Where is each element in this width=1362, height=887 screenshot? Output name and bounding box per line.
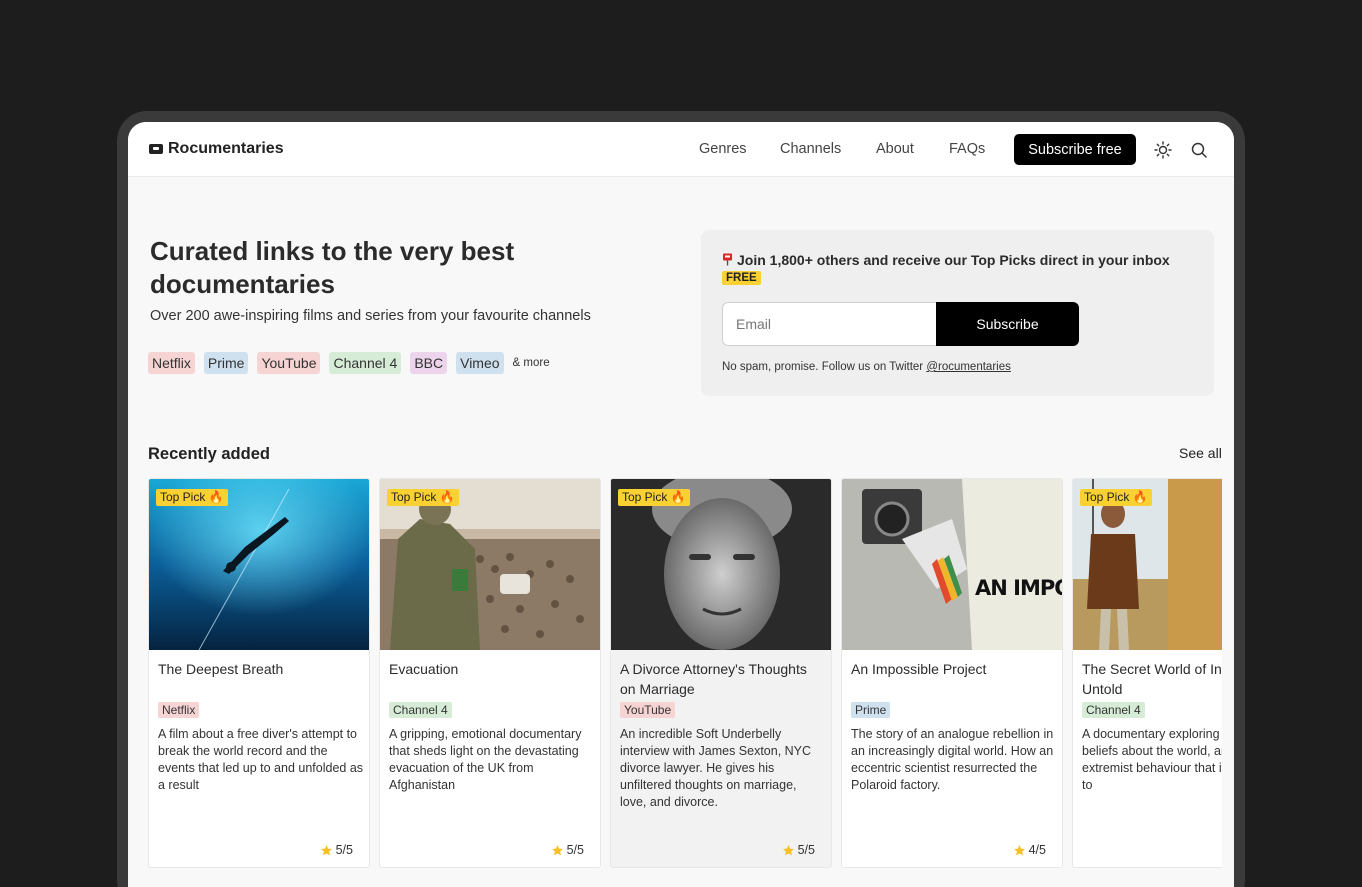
- free-badge: FREE: [722, 271, 761, 285]
- doc-card[interactable]: Top Pick 🔥 The Deepest Breath Netflix A …: [148, 478, 370, 868]
- newsletter-heading: Join 1,800+ others and receive our Top P…: [722, 251, 1192, 269]
- card-rating: 4/5: [1013, 843, 1046, 857]
- nav-faqs[interactable]: FAQs: [949, 141, 985, 157]
- star-icon: [320, 844, 332, 855]
- doc-card[interactable]: Top Pick 🔥 Evacuation Channel 4 A grippi…: [379, 478, 601, 868]
- card-rating: 5/5: [782, 843, 815, 857]
- star-icon: [782, 844, 794, 855]
- hero-subtitle: Over 200 awe-inspiring films and series …: [150, 308, 591, 324]
- card-description: A film about a free diver's attempt to b…: [158, 727, 364, 792]
- doc-card[interactable]: AN IMPOSSIBLE PROJECT An Impossible Proj…: [841, 478, 1063, 868]
- newsletter-panel: Join 1,800+ others and receive our Top P…: [701, 230, 1214, 396]
- recent-cards-row: Top Pick 🔥 The Deepest Breath Netflix A …: [148, 478, 1222, 873]
- nav-about[interactable]: About: [876, 141, 914, 157]
- newsletter-subscribe-button[interactable]: Subscribe: [936, 302, 1079, 346]
- recently-added-heading: Recently added: [148, 445, 270, 463]
- brand-logo[interactable]: Rocumentaries: [149, 140, 284, 158]
- top-pick-badge: Top Pick 🔥: [387, 489, 459, 506]
- star-icon: [551, 844, 563, 855]
- card-rating: 5/5: [320, 843, 353, 857]
- subscribe-free-button[interactable]: Subscribe free: [1014, 134, 1136, 165]
- card-description: A documentary exploring incels, their be…: [1082, 727, 1222, 792]
- chip-netflix[interactable]: Netflix: [148, 352, 195, 374]
- chip-youtube[interactable]: YouTube: [257, 352, 321, 374]
- doc-card[interactable]: Top Pick 🔥 The Secret World of Incels Un…: [1072, 478, 1222, 868]
- top-navbar: Rocumentaries Genres Channels About FAQs…: [128, 122, 1234, 177]
- chip-bbc[interactable]: BBC: [410, 352, 448, 374]
- top-pick-badge: Top Pick 🔥: [1080, 489, 1152, 506]
- top-pick-badge: Top Pick 🔥: [618, 489, 690, 506]
- card-title: An Impossible Project: [851, 661, 987, 677]
- search-icon[interactable]: [1189, 140, 1209, 160]
- newsletter-note: No spam, promise. Follow us on Twitter @…: [722, 361, 1011, 373]
- card-description: The story of an analogue rebellion in an…: [851, 727, 1054, 792]
- pushpin-icon: [723, 253, 732, 266]
- nav-channels[interactable]: Channels: [780, 141, 841, 157]
- card-title: The Deepest Breath: [158, 661, 284, 677]
- card-channel-tag: Channel 4: [389, 702, 452, 718]
- star-icon: [1013, 844, 1025, 855]
- hero-title: Curated links to the very best documenta…: [150, 236, 515, 299]
- brand-name: Rocumentaries: [168, 140, 284, 157]
- channel-chips: Netflix Prime YouTube Channel 4 BBC Vime…: [148, 352, 550, 374]
- doc-card[interactable]: Top Pick 🔥 A Divorce Attorney's Thoughts…: [610, 478, 832, 868]
- nav-genres[interactable]: Genres: [699, 141, 747, 157]
- chip-vimeo[interactable]: Vimeo: [456, 352, 504, 374]
- poster-lettering: AN IMPOSSIBLE PROJECT: [975, 576, 1062, 600]
- card-description: An incredible Soft Underbelly interview …: [620, 727, 812, 809]
- card-title: Evacuation: [389, 661, 459, 677]
- card-channel-tag: Netflix: [158, 702, 200, 718]
- card-channel-tag: Prime: [851, 702, 891, 718]
- top-pick-badge: Top Pick 🔥: [156, 489, 228, 506]
- card-channel-tag: YouTube: [620, 702, 676, 718]
- chip-channel-4[interactable]: Channel 4: [329, 352, 402, 374]
- see-all-link[interactable]: See all: [1179, 445, 1222, 461]
- film-icon: [149, 144, 163, 154]
- browser-screen: Rocumentaries Genres Channels About FAQs…: [128, 122, 1234, 887]
- chip-more: & more: [512, 357, 550, 369]
- twitter-link[interactable]: @rocumentaries: [926, 361, 1011, 373]
- chip-prime[interactable]: Prime: [203, 352, 249, 374]
- sun-icon[interactable]: [1153, 140, 1173, 160]
- card-title: A Divorce Attorney's Thoughts on Marriag…: [620, 661, 807, 697]
- card-description: A gripping, emotional documentary that s…: [389, 727, 582, 792]
- card-channel-tag: Channel 4: [1082, 702, 1145, 718]
- email-input[interactable]: [722, 302, 938, 346]
- thumbnail-polaroid-poster: AN IMPOSSIBLE PROJECT: [842, 479, 1062, 650]
- card-rating: 5/5: [551, 843, 584, 857]
- card-title: The Secret World of Incels Untold: [1082, 661, 1222, 697]
